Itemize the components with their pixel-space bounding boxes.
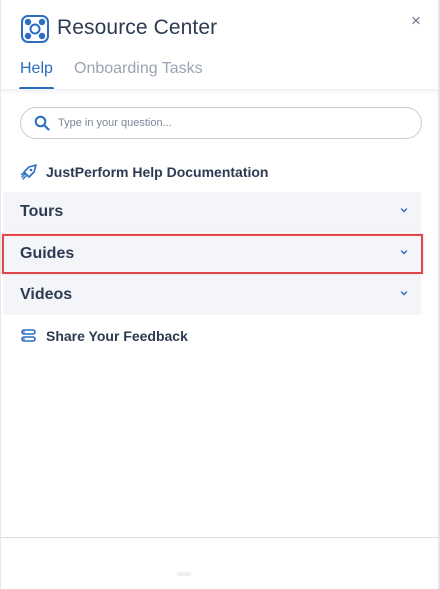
chevron-down-icon (400, 250, 408, 255)
tab-bar: Help Onboarding Tasks (1, 58, 438, 92)
lifebuoy-logo-icon (21, 15, 49, 43)
header-divider (1, 89, 438, 95)
search-icon (34, 115, 50, 131)
documentation-link-label: JustPerform Help Documentation (46, 164, 269, 180)
feedback-link-label: Share Your Feedback (46, 328, 188, 344)
accordion-guides[interactable]: Guides (3, 234, 421, 274)
search-input[interactable] (58, 108, 408, 137)
resource-center-panel: Resource Center × Help Onboarding Tasks … (0, 0, 440, 589)
chevron-down-icon (400, 291, 408, 296)
close-icon[interactable]: × (407, 12, 425, 30)
accordion-videos-label: Videos (20, 286, 73, 303)
tab-help[interactable]: Help (20, 60, 53, 78)
footer-mark (177, 572, 191, 576)
rocket-icon (20, 164, 37, 180)
tab-onboarding-tasks[interactable]: Onboarding Tasks (74, 60, 203, 78)
accordion-guides-label: Guides (20, 245, 75, 262)
feedback-icon (21, 329, 36, 342)
search-box (20, 107, 422, 139)
resource-center-title: Resource Center (57, 16, 218, 39)
accordion-videos[interactable]: Videos (3, 275, 421, 315)
panel-footer (1, 538, 438, 589)
chevron-down-icon (400, 208, 408, 213)
accordion-tours[interactable]: Tours (3, 192, 421, 232)
documentation-link[interactable]: JustPerform Help Documentation (20, 162, 268, 182)
feedback-link[interactable]: Share Your Feedback (20, 326, 188, 346)
accordion-tours-label: Tours (20, 203, 64, 220)
